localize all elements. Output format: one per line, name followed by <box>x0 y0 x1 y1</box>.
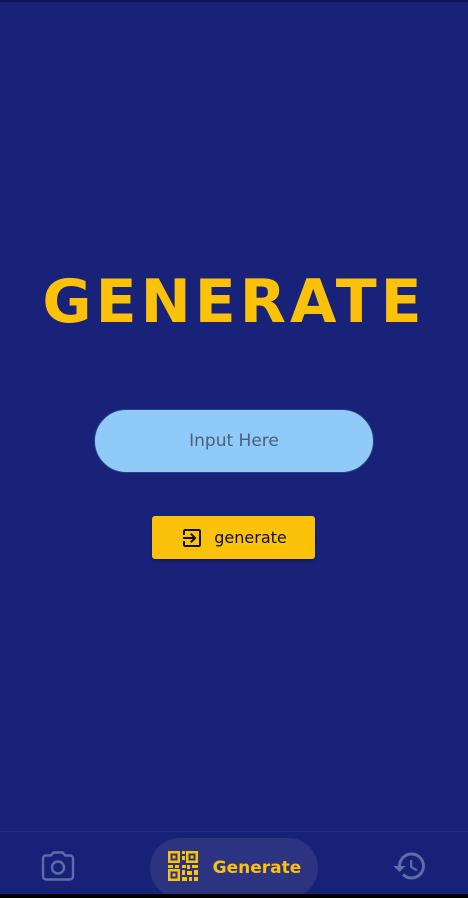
qr-code-icon <box>167 850 199 887</box>
camera-icon <box>40 848 76 889</box>
nav-generate-label: Generate <box>212 858 302 878</box>
generate-button[interactable]: generate <box>152 516 315 559</box>
system-bottom-bar <box>0 894 468 898</box>
history-icon <box>392 848 428 889</box>
text-input[interactable] <box>94 409 374 473</box>
page-title: GENERATE <box>42 267 426 337</box>
nav-generate[interactable]: Generate <box>150 838 318 898</box>
input-container <box>94 409 374 473</box>
nav-history[interactable] <box>390 848 430 888</box>
generate-button-label: generate <box>214 528 287 547</box>
exit-to-app-icon <box>180 526 204 550</box>
bottom-navigation: Generate <box>0 831 468 898</box>
nav-scan[interactable] <box>38 848 78 888</box>
generate-screen: GENERATE generate <box>0 0 468 898</box>
